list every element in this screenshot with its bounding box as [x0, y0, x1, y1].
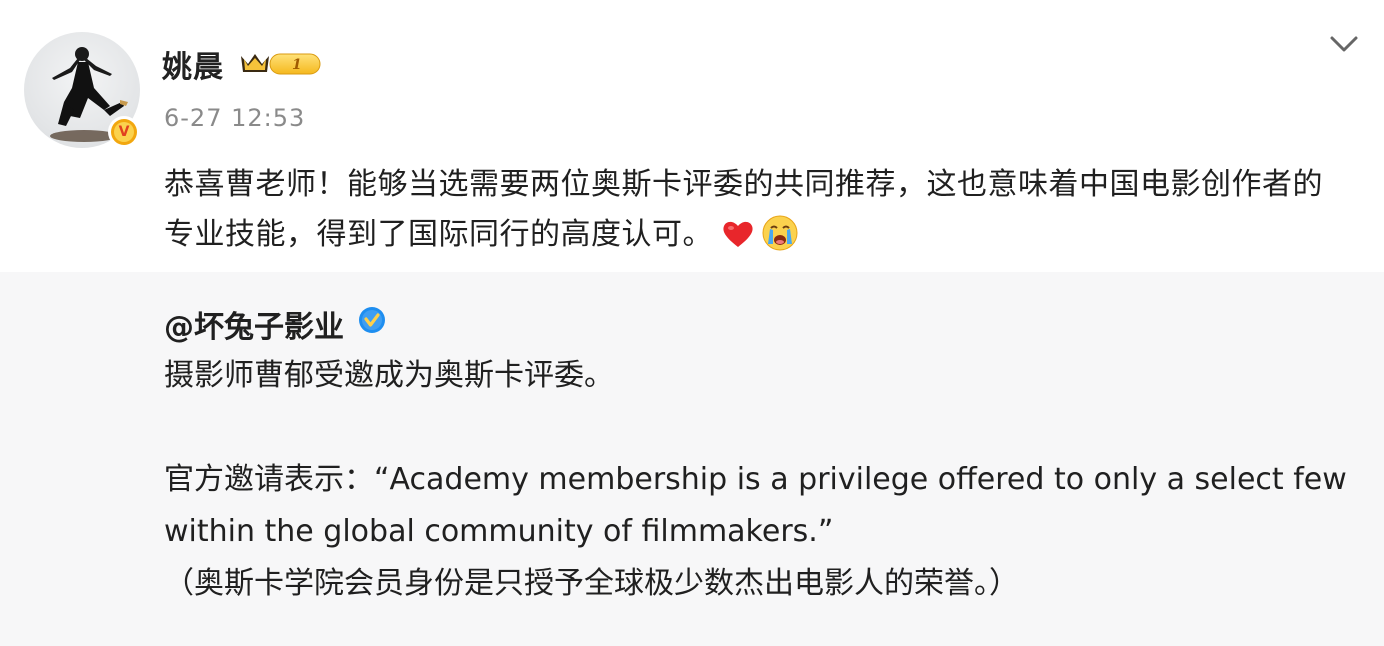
- username[interactable]: 姚晨: [162, 42, 224, 86]
- repost-author[interactable]: @坏兔子影业: [164, 302, 344, 346]
- avatar[interactable]: V: [24, 32, 140, 148]
- verified-badge-icon: [359, 307, 385, 333]
- repost-block[interactable]: @坏兔子影业 摄影师曹郁受邀成为奥斯卡评委。 官方邀请表示：“Academy m…: [0, 272, 1384, 646]
- repost-line: 官方邀请表示：“Academy membership is a privileg…: [164, 462, 1347, 497]
- repost-line: within the global community of filmmaker…: [164, 514, 834, 549]
- repost-line: （奥斯卡学院会员身份是只授予全球极少数杰出电影人的荣誉。）: [164, 566, 1019, 601]
- vip-crown-icon[interactable]: 1: [238, 48, 324, 78]
- timestamp[interactable]: 6-27 12:53: [164, 104, 305, 132]
- vip-level: 1: [292, 57, 302, 73]
- post-text: 恭喜曹老师！能够当选需要两位奥斯卡评委的共同推荐，这也意味着中国电影创作者的专业…: [164, 160, 1344, 260]
- repost-line: 摄影师曹郁受邀成为奥斯卡评委。: [164, 358, 614, 393]
- weibo-post: V 姚晨 1 6-27 12:53 恭喜曹老师！能够当选需要两位奥斯卡评委的共同…: [0, 0, 1384, 646]
- repost-text: 摄影师曹郁受邀成为奥斯卡评委。 官方邀请表示：“Academy membersh…: [164, 350, 1354, 610]
- verified-badge-icon: V: [108, 116, 140, 148]
- repost-line-blank: [164, 402, 1354, 454]
- heart-emoji: [723, 221, 753, 247]
- chevron-down-icon[interactable]: [1326, 32, 1362, 56]
- crying-face-emoji: [762, 215, 798, 251]
